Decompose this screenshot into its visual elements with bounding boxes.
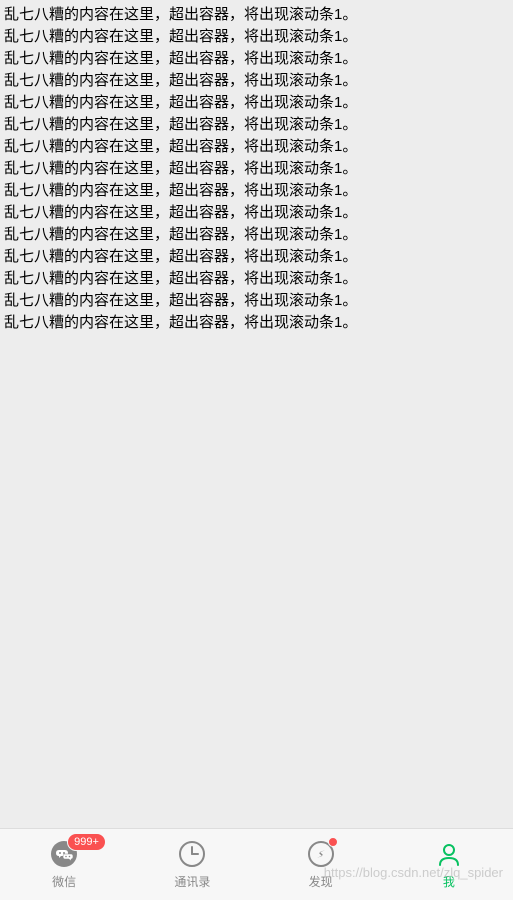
content-line: 乱七八糟的内容在这里，超出容器，将出现滚动条1。 (4, 70, 509, 92)
chat-icon: 999+ (49, 839, 79, 869)
content-line: 乱七八糟的内容在这里，超出容器，将出现滚动条1。 (4, 290, 509, 312)
tab-label: 通讯录 (174, 873, 210, 890)
tab-label: 微信 (52, 873, 76, 890)
person-icon (434, 839, 464, 869)
content-line: 乱七八糟的内容在这里，超出容器，将出现滚动条1。 (4, 246, 509, 268)
tab-me[interactable]: 我 (385, 829, 513, 900)
content-area[interactable]: 乱七八糟的内容在这里，超出容器，将出现滚动条1。乱七八糟的内容在这里，超出容器，… (0, 0, 513, 828)
tab-wechat[interactable]: 999+ 微信 (0, 829, 128, 900)
content-line: 乱七八糟的内容在这里，超出容器，将出现滚动条1。 (4, 92, 509, 114)
compass-icon (306, 839, 336, 869)
content-line: 乱七八糟的内容在这里，超出容器，将出现滚动条1。 (4, 4, 509, 26)
content-line: 乱七八糟的内容在这里，超出容器，将出现滚动条1。 (4, 114, 509, 136)
tab-label: 我 (443, 873, 455, 890)
tab-contacts[interactable]: 通讯录 (128, 829, 256, 900)
tab-label: 发现 (309, 873, 333, 890)
content-line: 乱七八糟的内容在这里，超出容器，将出现滚动条1。 (4, 136, 509, 158)
tab-discover[interactable]: 发现 (257, 829, 385, 900)
notification-dot (328, 837, 338, 847)
content-line: 乱七八糟的内容在这里，超出容器，将出现滚动条1。 (4, 202, 509, 224)
clock-icon (177, 839, 207, 869)
content-line: 乱七八糟的内容在这里，超出容器，将出现滚动条1。 (4, 224, 509, 246)
content-line: 乱七八糟的内容在这里，超出容器，将出现滚动条1。 (4, 312, 509, 334)
content-line: 乱七八糟的内容在这里，超出容器，将出现滚动条1。 (4, 268, 509, 290)
content-line: 乱七八糟的内容在这里，超出容器，将出现滚动条1。 (4, 180, 509, 202)
badge-count: 999+ (67, 833, 106, 851)
content-line: 乱七八糟的内容在这里，超出容器，将出现滚动条1。 (4, 158, 509, 180)
content-line: 乱七八糟的内容在这里，超出容器，将出现滚动条1。 (4, 26, 509, 48)
content-line: 乱七八糟的内容在这里，超出容器，将出现滚动条1。 (4, 48, 509, 70)
tabbar: 999+ 微信 通讯录 发现 (0, 828, 513, 900)
